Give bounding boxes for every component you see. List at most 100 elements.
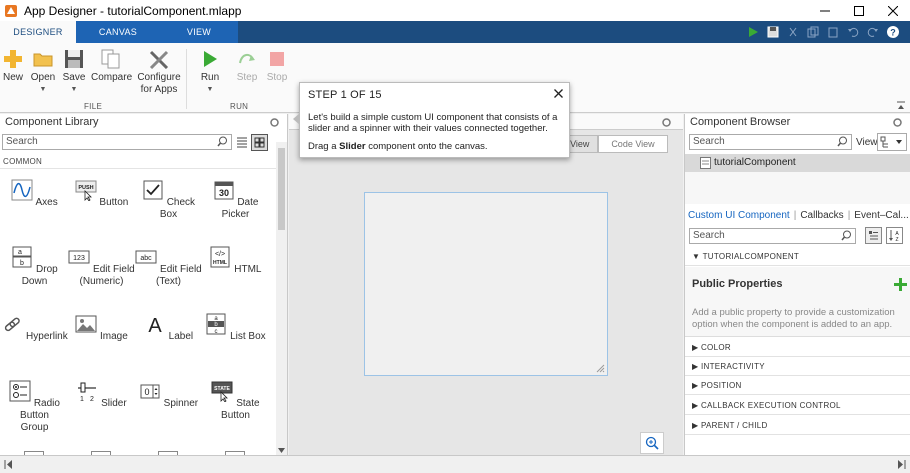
- grid-view-button[interactable]: [251, 134, 268, 151]
- category-color[interactable]: ▶ COLOR: [685, 338, 910, 357]
- code-view-button[interactable]: Code View: [598, 135, 668, 153]
- qa-copy-button[interactable]: [804, 23, 822, 41]
- html-icon: </> HTML: [210, 246, 230, 268]
- chevron-down-icon[interactable]: ▼: [29, 84, 57, 96]
- category-interactivity[interactable]: ▶ INTERACTIVITY: [685, 357, 910, 376]
- qa-help-button[interactable]: ?: [884, 23, 902, 41]
- save-button[interactable]: Save ▼: [62, 49, 86, 96]
- tab-designer[interactable]: DESIGNER: [0, 21, 76, 43]
- collapse-toolstrip-icon[interactable]: [896, 101, 906, 111]
- add-property-icon[interactable]: [894, 278, 907, 291]
- component-date-picker[interactable]: 30 Date Picker: [202, 179, 269, 221]
- component-axes[interactable]: Axes: [1, 179, 68, 209]
- component-hyperlink[interactable]: Hyperlink: [1, 313, 68, 343]
- minimize-icon: [820, 10, 830, 11]
- component-label[interactable]: A Label: [135, 313, 202, 343]
- component-html[interactable]: </> HTML HTML: [202, 246, 269, 276]
- scrollbar-thumb[interactable]: [278, 148, 285, 230]
- collapse-right-icon[interactable]: [898, 460, 906, 469]
- qa-cut-button[interactable]: [784, 23, 802, 41]
- component-browser-panel: Component Browser Search View: tutorialC…: [684, 114, 910, 455]
- search-icon[interactable]: [217, 136, 228, 147]
- tree-item-tutorial-component[interactable]: tutorialComponent: [685, 154, 910, 172]
- step-icon: [239, 53, 255, 64]
- component-check-box[interactable]: Check Box: [135, 179, 202, 221]
- panel-options-icon[interactable]: [893, 118, 902, 127]
- component-drop-down[interactable]: ab Drop Down: [1, 246, 68, 288]
- tab-callbacks[interactable]: Callbacks: [800, 210, 843, 221]
- category-callback-execution-control[interactable]: ▶ CALLBACK EXECUTION CONTROL: [685, 396, 910, 415]
- component-edit-field-numeric[interactable]: 123 Edit Field (Numeric): [68, 246, 135, 288]
- compare-button[interactable]: Compare: [91, 49, 132, 84]
- qa-paste-button[interactable]: [824, 23, 842, 41]
- category-parent-child[interactable]: ▶ PARENT / CHILD: [685, 416, 910, 435]
- zoom-button[interactable]: [640, 432, 664, 454]
- public-properties-description: Add a public property to provide a custo…: [692, 307, 895, 330]
- library-search-input[interactable]: Search: [2, 134, 232, 150]
- chevron-right-icon: ▶: [692, 343, 701, 352]
- component-button[interactable]: PUSH Button: [68, 179, 135, 209]
- component-radio-button-group[interactable]: Radio Button Group: [1, 380, 68, 434]
- push-button-icon: PUSH: [75, 180, 97, 202]
- component-library-title: Component Library: [5, 116, 99, 128]
- component-edit-field-text[interactable]: abc Edit Field (Text): [135, 246, 202, 288]
- collapse-left-icon[interactable]: [4, 460, 12, 469]
- view-mode-dropdown[interactable]: [877, 133, 907, 151]
- chevron-right-icon: ▶: [692, 381, 701, 390]
- close-icon: [888, 5, 898, 16]
- tree-empty-area: [685, 172, 910, 204]
- search-icon[interactable]: [837, 136, 848, 147]
- component-slider[interactable]: 12 Slider: [68, 380, 135, 410]
- new-button[interactable]: New: [2, 49, 24, 84]
- maximize-icon: [854, 5, 864, 16]
- sort-az-button[interactable]: AZ: [886, 227, 903, 244]
- tools-icon: [149, 50, 169, 69]
- configure-for-apps-button[interactable]: Configure for Apps: [136, 49, 182, 96]
- component-state-button[interactable]: STATE State Button: [202, 380, 269, 422]
- component-image[interactable]: Image: [68, 313, 135, 343]
- component-canvas[interactable]: [364, 192, 608, 376]
- title-bar: App Designer - tutorialComponent.mlapp: [0, 0, 910, 21]
- qa-save-button[interactable]: [764, 23, 782, 41]
- close-tutorial-button[interactable]: [554, 87, 563, 101]
- svg-text:PUSH: PUSH: [78, 185, 93, 191]
- group-view-button[interactable]: [865, 227, 882, 244]
- library-scrollbar[interactable]: [276, 142, 287, 455]
- tab-view[interactable]: VIEW: [160, 21, 238, 43]
- sort-icon: AZ: [889, 230, 899, 243]
- qa-redo-button[interactable]: [864, 23, 882, 41]
- tab-event-callbacks[interactable]: Event–Cal...: [854, 210, 908, 221]
- redo-icon: [867, 27, 878, 37]
- category-tutorialcomponent[interactable]: ▼ TUTORIALCOMPONENT: [685, 247, 910, 266]
- component-spinner[interactable]: 0 Spinner: [135, 380, 202, 410]
- stop-button[interactable]: Stop: [265, 49, 289, 84]
- panel-options-icon[interactable]: [270, 118, 279, 127]
- open-button[interactable]: Open ▼: [29, 49, 57, 96]
- svg-text:HTML: HTML: [214, 260, 228, 266]
- search-icon[interactable]: [841, 230, 852, 241]
- step-button[interactable]: Step: [235, 49, 259, 84]
- panel-options-icon[interactable]: [662, 118, 671, 127]
- checkbox-icon: [143, 180, 163, 200]
- qa-run-button[interactable]: [744, 23, 762, 41]
- browser-search-input[interactable]: Search: [689, 134, 852, 150]
- list-view-icon[interactable]: [236, 136, 248, 148]
- minimize-button[interactable]: [808, 0, 842, 21]
- chevron-down-icon[interactable]: ▼: [198, 84, 222, 96]
- property-search-input[interactable]: Search: [689, 228, 856, 244]
- resize-handle-icon[interactable]: [595, 363, 605, 373]
- design-canvas-area: n View Code View: [289, 114, 683, 455]
- category-position[interactable]: ▶ POSITION: [685, 376, 910, 395]
- radio-group-icon: [9, 380, 31, 402]
- qa-undo-button[interactable]: [844, 23, 862, 41]
- close-window-button[interactable]: [876, 0, 910, 21]
- tab-canvas[interactable]: CANVAS: [76, 21, 160, 43]
- run-button[interactable]: Run ▼: [198, 49, 222, 96]
- component-list-box[interactable]: abc List Box: [202, 313, 269, 343]
- scroll-down-icon[interactable]: [278, 448, 285, 453]
- tab-custom-ui-component[interactable]: Custom UI Component: [688, 210, 790, 221]
- chevron-down-icon[interactable]: ▼: [62, 84, 86, 96]
- maximize-button[interactable]: [842, 0, 876, 21]
- chevron-down-icon: ▼: [692, 252, 703, 261]
- popup-pointer: [293, 113, 300, 125]
